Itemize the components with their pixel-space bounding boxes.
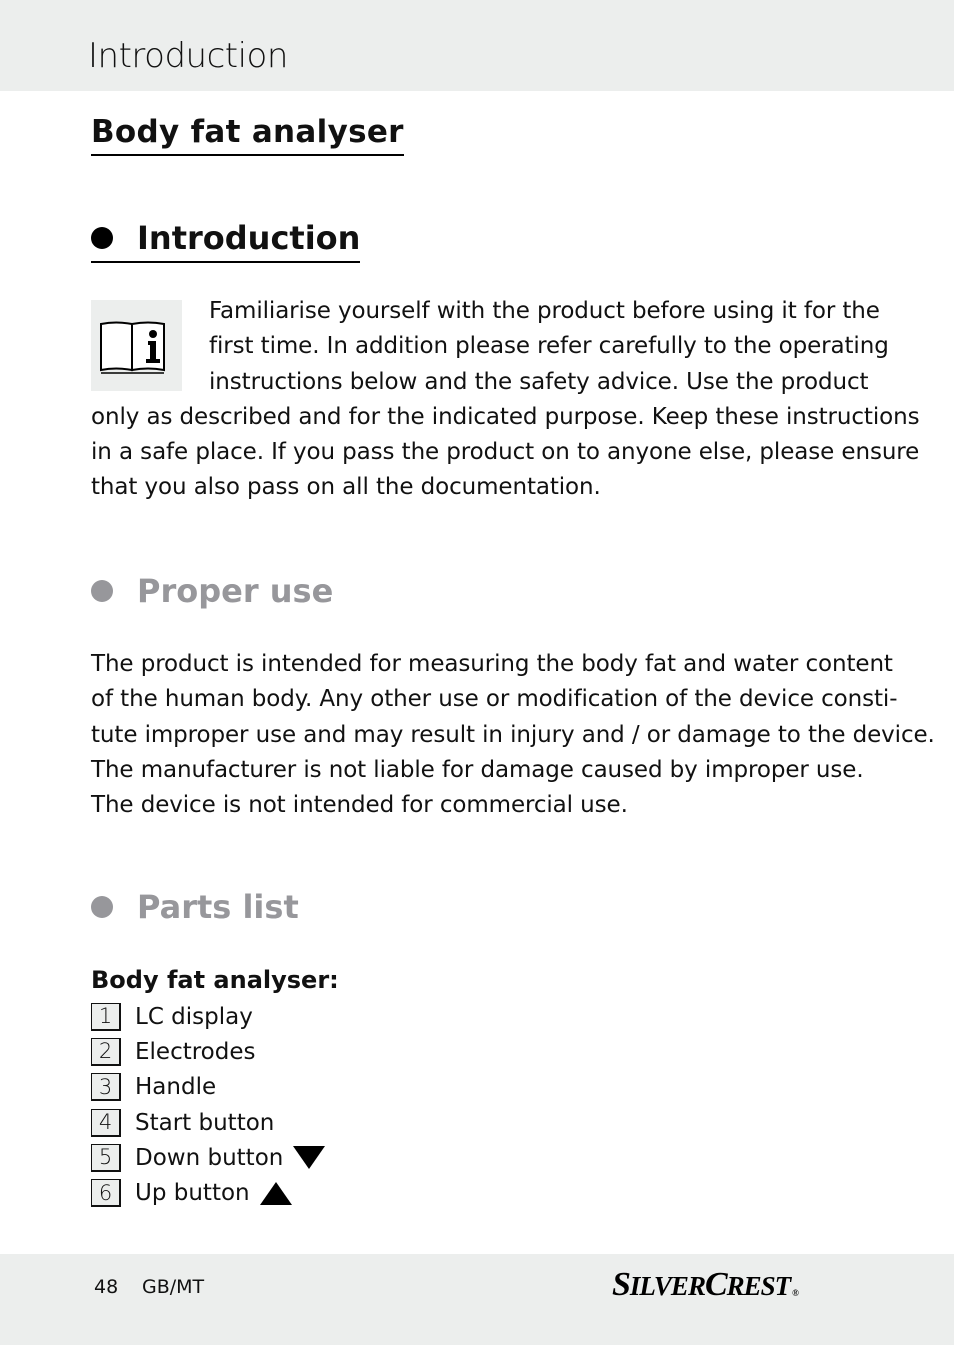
list-item: 3 Handle (91, 1070, 325, 1105)
section-heading-proper-use: Proper use (91, 570, 333, 612)
list-item: 6 Up button (91, 1175, 325, 1210)
part-label: Up button (135, 1180, 250, 1207)
brand-initial: C (704, 1266, 728, 1303)
part-label: Down button (135, 1144, 284, 1171)
introduction-paragraph: Familiarise yourself with the product be… (91, 294, 920, 506)
locale-code: GB/MT (142, 1276, 205, 1298)
text-line: The manufacturer is not liable for damag… (91, 756, 864, 783)
bullet-icon (91, 896, 113, 918)
text-line: in a safe place. If you pass the product… (91, 439, 920, 466)
page-number: 48 (94, 1276, 119, 1298)
triangle-up-icon (259, 1181, 292, 1205)
list-item: 5 Down button (91, 1140, 326, 1175)
text-line: The device is not intended for commercia… (91, 792, 628, 819)
brand-text: ILVER (629, 1271, 706, 1301)
header-band: Introduction (0, 0, 954, 91)
part-label: Start button (135, 1109, 275, 1136)
text-line: of the human body. Any other use or modi… (91, 686, 898, 713)
section-heading-parts-list: Parts list (91, 886, 299, 928)
parts-subheading: Body fat analyser: (91, 966, 339, 994)
part-number-box: 5 (91, 1143, 121, 1172)
part-number-box: 6 (91, 1179, 121, 1208)
triangle-down-icon (293, 1146, 326, 1170)
brand-logo: SILVERCREST ® (612, 1263, 799, 1308)
part-number-box: 2 (91, 1037, 121, 1066)
text-line: instructions below and the safety advice… (209, 368, 869, 395)
list-item: 2 Electrodes (91, 1034, 325, 1069)
part-label: LC display (135, 1003, 253, 1030)
footer-band (0, 1254, 954, 1345)
part-label: Handle (135, 1074, 217, 1101)
bullet-icon (91, 580, 113, 602)
text-line: only as described and for the indicated … (91, 403, 920, 430)
text-line: first time. In addition please refer car… (209, 333, 889, 360)
section-heading-introduction: Introduction (91, 217, 361, 263)
page-header-title: Introduction (88, 36, 288, 76)
section-heading-label: Introduction (137, 219, 361, 257)
list-item: 1 LC display (91, 999, 325, 1034)
part-number-box: 4 (91, 1108, 121, 1137)
proper-use-paragraph: The product is intended for measuring th… (91, 647, 935, 823)
section-heading-label: Proper use (137, 572, 334, 610)
part-number-box: 1 (91, 1002, 121, 1031)
brand-text: REST (726, 1271, 792, 1301)
text-line: that you also pass on all the documentat… (91, 474, 601, 501)
text-line: The product is intended for measuring th… (91, 651, 893, 677)
section-heading-label: Parts list (137, 888, 299, 926)
registered-mark: ® (792, 1288, 799, 1298)
text-line: Familiarise yourself with the product be… (209, 298, 880, 324)
document-title: Body fat analyser (91, 112, 404, 156)
brand-initial: S (612, 1266, 631, 1303)
parts-list: 1 LC display 2 Electrodes 3 Handle 4 Sta… (91, 999, 326, 1211)
bullet-icon (91, 227, 113, 249)
text-line: tute improper use and may result in inju… (91, 721, 935, 748)
part-label: Electrodes (135, 1038, 256, 1065)
list-item: 4 Start button (91, 1105, 325, 1140)
part-number-box: 3 (91, 1073, 121, 1102)
